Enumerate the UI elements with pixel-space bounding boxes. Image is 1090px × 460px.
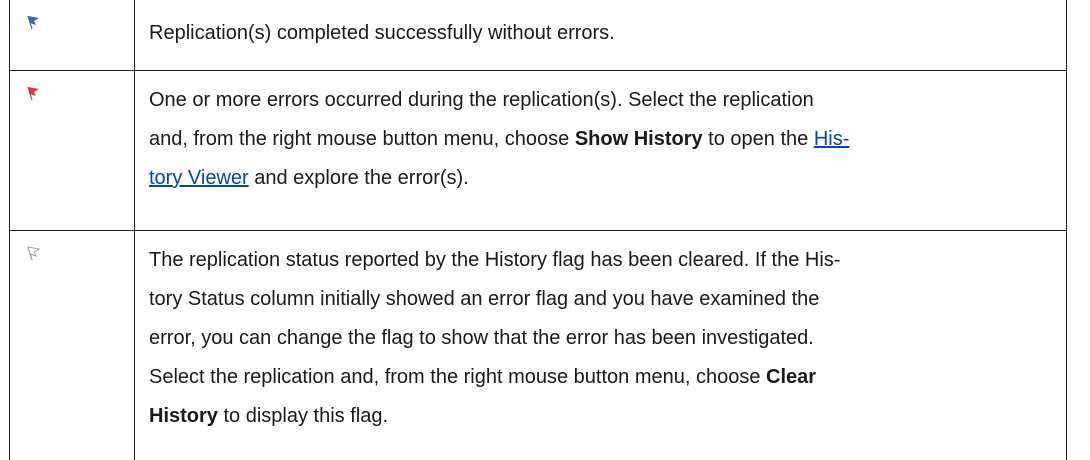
history-viewer-link[interactable]: His- [814, 128, 850, 150]
table-row: Replication(s) completed successfully wi… [9, 0, 1067, 70]
flag-legend-table: Replication(s) completed successfully wi… [9, 0, 1067, 460]
menu-command-clear-history: History [149, 405, 218, 427]
description-line: One or more errors occurred during the r… [149, 89, 814, 111]
description-line: The replication status reported by the H… [149, 249, 841, 271]
description-line: and, from the right mouse button menu, c… [149, 120, 1049, 159]
description-cell: The replication status reported by the H… [149, 241, 1049, 436]
text-run: to open the [702, 128, 814, 150]
description-line: tory Status column initially showed an e… [149, 288, 820, 310]
icon-cell [9, 231, 134, 460]
text-run: Select the replication and, from the rig… [149, 366, 767, 388]
description-line: tory Viewer and explore the error(s). [149, 159, 1049, 198]
text-run: and, from the right mouse button menu, c… [149, 128, 575, 150]
description-text: Replication(s) completed successfully wi… [149, 22, 615, 44]
flag-cleared-icon [27, 246, 41, 261]
icon-cell [9, 0, 134, 70]
table-row: One or more errors occurred during the r… [9, 71, 1067, 230]
history-viewer-link[interactable]: tory Viewer [149, 167, 249, 189]
description-line: History to display this flag. [149, 397, 1049, 436]
flag-red-icon [27, 86, 39, 101]
description-cell: One or more errors occurred during the r… [149, 81, 1049, 198]
menu-command-clear-history: Clear [766, 366, 817, 388]
description-line: Select the replication and, from the rig… [149, 358, 1049, 397]
text-run: to display this flag. [217, 405, 388, 427]
description-cell: Replication(s) completed successfully wi… [149, 14, 1049, 53]
icon-cell [9, 71, 134, 230]
table-row: The replication status reported by the H… [9, 231, 1067, 460]
text-run: and explore the error(s). [248, 167, 469, 189]
menu-command-show-history: Show History [574, 128, 703, 150]
flag-blue-icon [27, 15, 39, 30]
description-line: error, you can change the flag to show t… [149, 327, 814, 349]
